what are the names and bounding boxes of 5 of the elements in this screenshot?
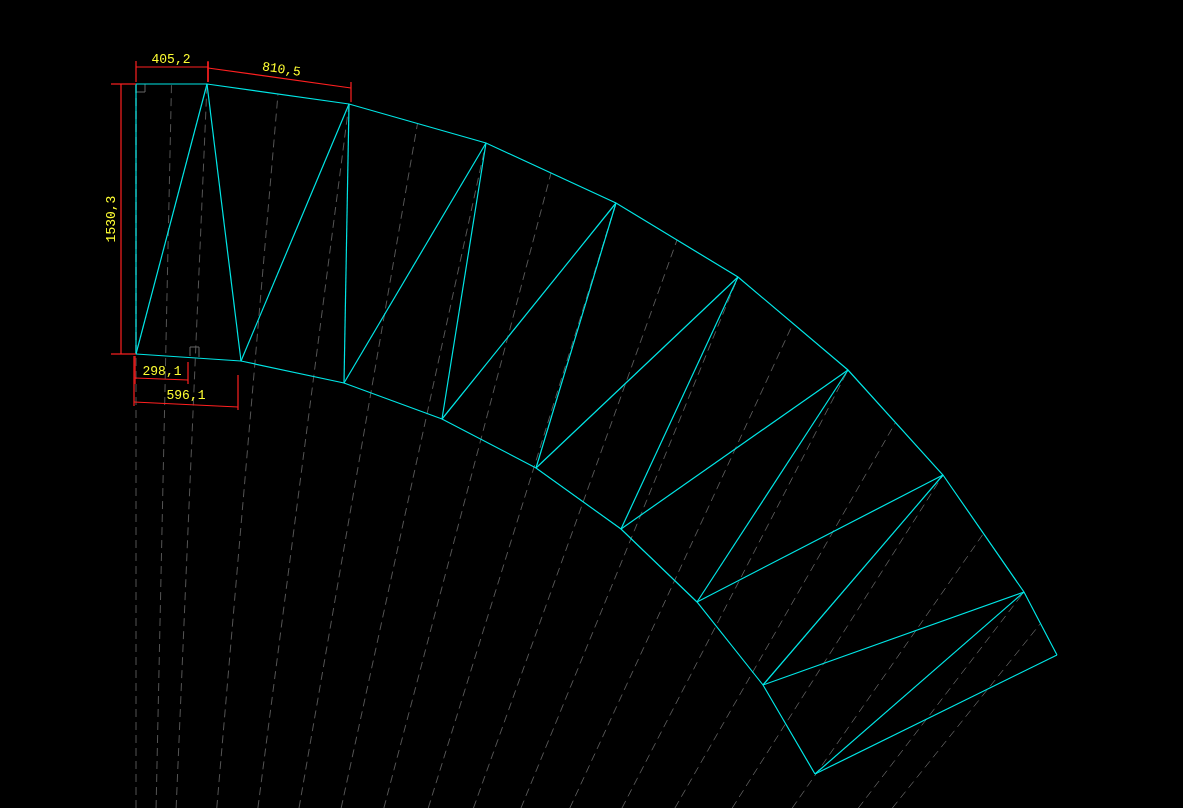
dimension-text: 405,2 [151, 52, 191, 67]
dimension-text: 596,1 [166, 388, 206, 403]
dimension-text: 1530,3 [104, 195, 119, 243]
dimension-text: 298,1 [142, 364, 182, 379]
dimension-text: 810,5 [261, 59, 302, 80]
